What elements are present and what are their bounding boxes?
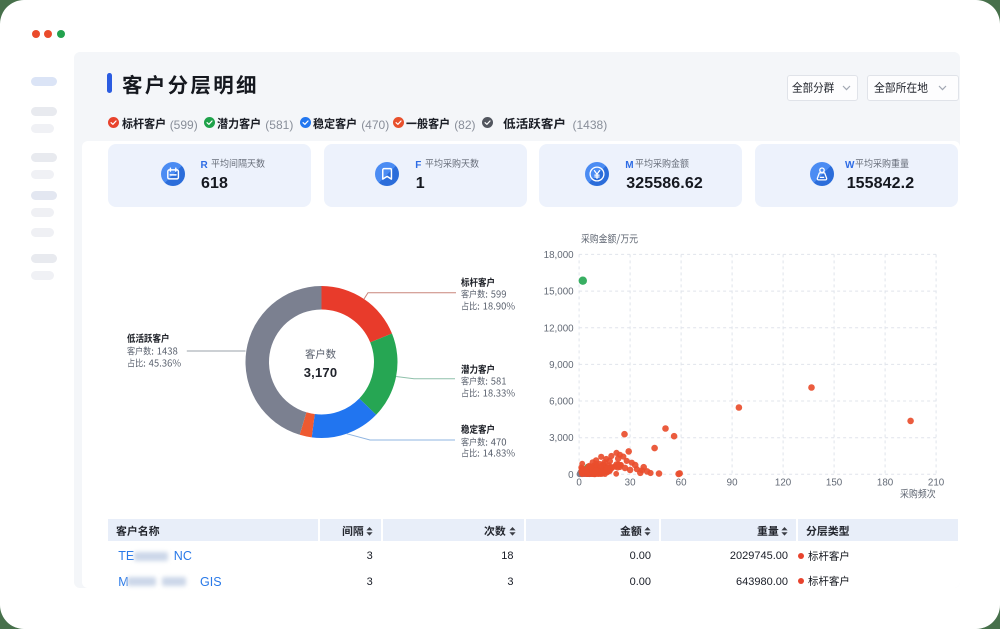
svg-text:12,000: 12,000 <box>544 323 575 334</box>
svg-text:90: 90 <box>727 478 738 489</box>
svg-text:6,000: 6,000 <box>549 397 574 408</box>
svg-text:60: 60 <box>676 478 687 489</box>
svg-text:0: 0 <box>568 470 574 481</box>
svg-text:0: 0 <box>576 478 582 489</box>
svg-text:120: 120 <box>775 478 792 489</box>
svg-text:180: 180 <box>877 478 894 489</box>
svg-text:15,000: 15,000 <box>544 287 575 298</box>
svg-text:18,000: 18,000 <box>544 250 575 261</box>
svg-text:150: 150 <box>826 478 843 489</box>
svg-text:9,000: 9,000 <box>549 360 574 371</box>
svg-text:30: 30 <box>625 478 636 489</box>
svg-text:3,000: 3,000 <box>549 433 574 444</box>
